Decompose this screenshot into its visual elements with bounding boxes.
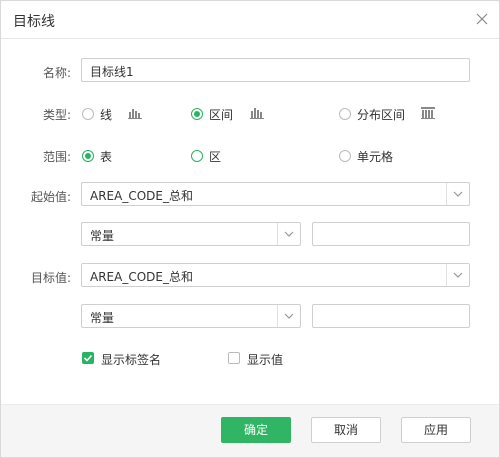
type-option-distribution-label: 分布区间 (357, 108, 406, 122)
target-constant-input[interactable] (312, 304, 470, 328)
type-label: 类型: (42, 108, 71, 122)
scope-radio-cell[interactable] (339, 150, 351, 162)
chevron-down-icon (277, 305, 300, 327)
start-value-label: 起始值: (30, 190, 71, 204)
bar-chart-icon (250, 107, 264, 119)
dialog-titlebar: 目标线 (1, 1, 499, 39)
start-mode-select[interactable]: 常量 (81, 222, 301, 246)
target-mode-value: 常量 (90, 311, 115, 325)
type-radio-line[interactable] (82, 108, 94, 120)
chevron-down-icon (446, 264, 469, 286)
show-label-name-checkbox[interactable] (82, 352, 94, 364)
target-mode-select[interactable]: 常量 (81, 304, 301, 328)
scope-option-zone-label: 区 (209, 150, 222, 164)
scope-option-cell-label: 单元格 (357, 150, 394, 164)
target-line-dialog: 目标线 名称: 目标线1 类型: 线 区间 分布区间 范围: 表 区 单元格 起… (0, 0, 500, 458)
apply-button[interactable]: 应用 (401, 417, 471, 443)
show-value-label: 显示值 (247, 353, 284, 367)
close-icon[interactable] (473, 10, 491, 28)
show-value-checkbox[interactable] (228, 352, 240, 364)
type-option-line-label: 线 (100, 108, 113, 122)
start-field-select[interactable]: AREA_CODE_总和 (81, 182, 470, 206)
start-mode-value: 常量 (90, 229, 115, 243)
scope-label: 范围: (42, 150, 71, 164)
dialog-footer: 确定 取消 应用 (1, 404, 499, 457)
target-field-select[interactable]: AREA_CODE_总和 (81, 263, 470, 287)
chevron-down-icon (446, 183, 469, 205)
type-option-range-label: 区间 (209, 108, 234, 122)
type-radio-range[interactable] (191, 108, 203, 120)
cancel-button[interactable]: 取消 (311, 417, 381, 443)
distribution-chart-icon (421, 107, 435, 119)
bar-chart-icon (128, 107, 142, 119)
target-value-label: 目标值: (30, 271, 71, 285)
scope-option-table-label: 表 (100, 150, 113, 164)
start-constant-input[interactable] (312, 222, 470, 246)
dialog-title: 目标线 (13, 14, 55, 30)
ok-button[interactable]: 确定 (221, 417, 291, 443)
type-radio-distribution[interactable] (339, 108, 351, 120)
check-icon (83, 354, 93, 362)
target-field-value: AREA_CODE_总和 (90, 270, 193, 284)
name-input-value: 目标线1 (90, 65, 134, 79)
scope-radio-zone[interactable] (191, 150, 203, 162)
name-label: 名称: (42, 66, 71, 80)
scope-radio-table[interactable] (82, 150, 94, 162)
show-label-name-label: 显示标签名 (101, 353, 162, 367)
chevron-down-icon (277, 223, 300, 245)
start-field-value: AREA_CODE_总和 (90, 189, 193, 203)
name-input[interactable]: 目标线1 (81, 58, 470, 82)
